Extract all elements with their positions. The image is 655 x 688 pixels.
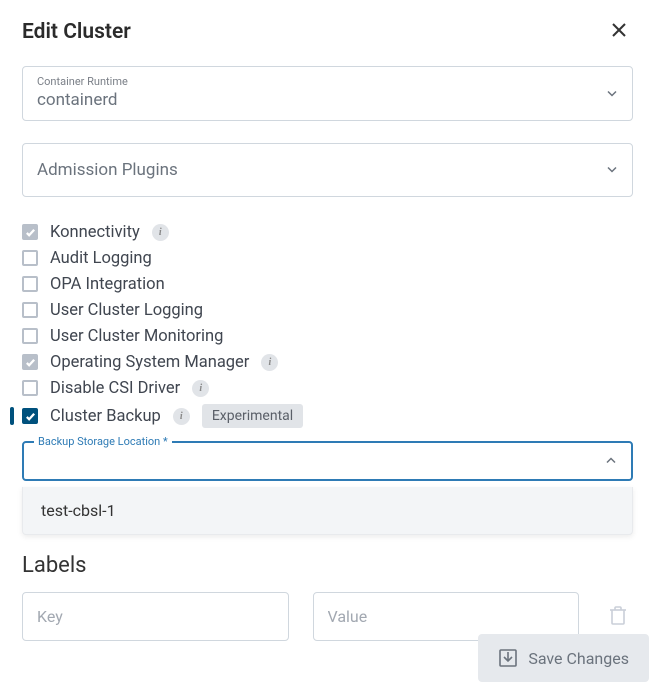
checkbox-row-audit-logging[interactable]: Audit Logging xyxy=(22,245,633,271)
checkbox-cluster-backup[interactable] xyxy=(22,408,38,424)
checkbox-label: Konnectivity xyxy=(50,223,140,242)
checkbox-row-konnectivity: Konnectivity i xyxy=(22,219,633,245)
checkbox-row-user-cluster-logging[interactable]: User Cluster Logging xyxy=(22,297,633,323)
save-changes-button[interactable]: Save Changes xyxy=(478,634,649,682)
container-runtime-label: Container Runtime xyxy=(37,75,618,88)
info-icon[interactable]: i xyxy=(192,380,209,397)
info-icon[interactable]: i xyxy=(261,354,278,371)
container-runtime-value: containerd xyxy=(37,90,118,110)
backup-storage-location-select[interactable]: Backup Storage Location * xyxy=(22,441,633,481)
checkbox-operating-system-manager xyxy=(22,354,38,370)
checkbox-label: Disable CSI Driver xyxy=(50,379,180,398)
feature-checkbox-list: Konnectivity i Audit Logging OPA Integra… xyxy=(22,219,633,431)
checkbox-label: OPA Integration xyxy=(50,275,165,294)
checkbox-label: Audit Logging xyxy=(50,249,152,268)
info-icon[interactable]: i xyxy=(152,224,169,241)
experimental-tag: Experimental xyxy=(202,404,303,428)
checkbox-row-opa-integration[interactable]: OPA Integration xyxy=(22,271,633,297)
checkbox-row-disable-csi-driver[interactable]: Disable CSI Driver i xyxy=(22,375,633,401)
info-icon[interactable]: i xyxy=(173,408,190,425)
checkbox-opa-integration[interactable] xyxy=(22,276,38,292)
active-indicator xyxy=(10,407,14,425)
trash-icon xyxy=(609,605,627,625)
close-button[interactable] xyxy=(607,18,631,46)
checkbox-row-cluster-backup[interactable]: Cluster Backup i Experimental xyxy=(22,401,633,431)
checkbox-disable-csi-driver[interactable] xyxy=(22,380,38,396)
checkbox-row-operating-system-manager: Operating System Manager i xyxy=(22,349,633,375)
checkbox-audit-logging[interactable] xyxy=(22,250,38,266)
checkbox-konnectivity xyxy=(22,224,38,240)
admission-plugins-placeholder: Admission Plugins xyxy=(37,160,178,180)
dialog-title: Edit Cluster xyxy=(22,20,131,44)
save-icon xyxy=(498,648,518,668)
checkmark-icon xyxy=(25,357,36,368)
checkbox-label: User Cluster Logging xyxy=(50,301,203,320)
label-key-input[interactable] xyxy=(22,592,289,641)
checkmark-icon xyxy=(25,227,36,238)
chevron-down-icon xyxy=(606,84,618,103)
checkbox-label: Operating System Manager xyxy=(50,353,249,372)
admission-plugins-select[interactable]: Admission Plugins xyxy=(22,143,633,197)
save-button-label: Save Changes xyxy=(528,649,629,668)
checkbox-row-user-cluster-monitoring[interactable]: User Cluster Monitoring xyxy=(22,323,633,349)
backup-storage-location-label: Backup Storage Location * xyxy=(34,435,172,448)
chevron-up-icon xyxy=(605,452,617,471)
container-runtime-select[interactable]: Container Runtime containerd xyxy=(22,66,633,121)
checkmark-icon xyxy=(25,411,36,422)
labels-heading: Labels xyxy=(22,553,633,578)
backup-storage-location-option[interactable]: test-cbsl-1 xyxy=(22,487,633,535)
checkbox-label: User Cluster Monitoring xyxy=(50,327,223,346)
checkbox-user-cluster-logging[interactable] xyxy=(22,302,38,318)
checkbox-label: Cluster Backup xyxy=(50,407,161,426)
chevron-down-icon xyxy=(606,161,618,180)
close-icon xyxy=(611,22,627,38)
checkbox-user-cluster-monitoring[interactable] xyxy=(22,328,38,344)
